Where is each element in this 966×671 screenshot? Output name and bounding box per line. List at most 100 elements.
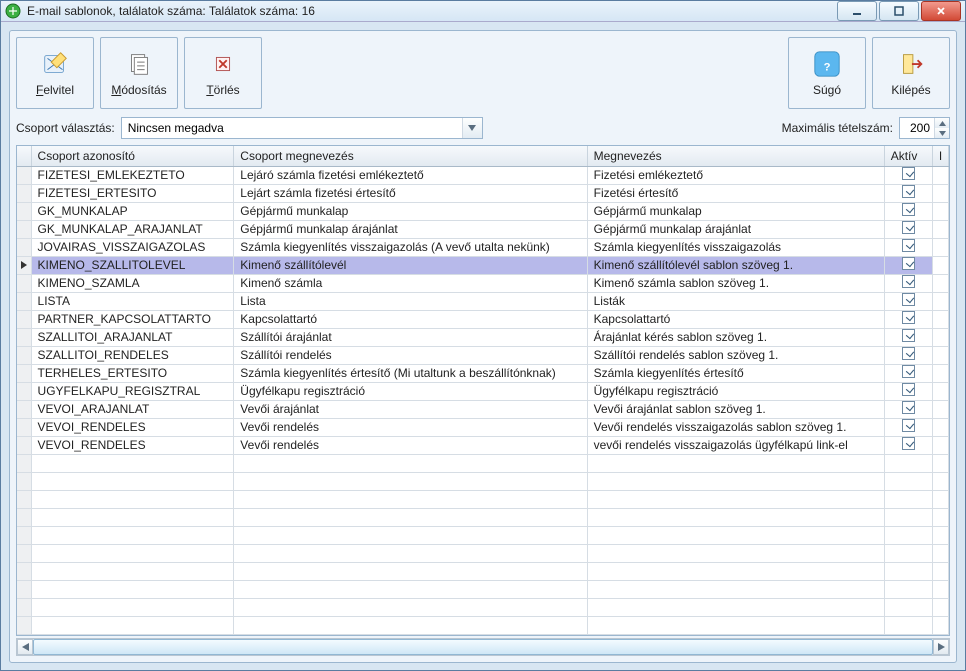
cell-indicator bbox=[932, 382, 948, 400]
checkbox-icon[interactable] bbox=[902, 167, 915, 180]
cell-group-name: Számla kiegyenlítés értesítő (Mi utaltun… bbox=[234, 364, 587, 382]
cell-active[interactable] bbox=[884, 166, 932, 184]
table-row[interactable]: JOVAIRAS_VISSZAIGAZOLASSzámla kiegyenlít… bbox=[17, 238, 949, 256]
cell-active[interactable] bbox=[884, 418, 932, 436]
scroll-right-button[interactable] bbox=[933, 639, 949, 655]
row-marker-cell bbox=[17, 436, 31, 454]
checkbox-icon[interactable] bbox=[902, 437, 915, 450]
maximize-button[interactable] bbox=[879, 1, 919, 21]
max-items-up[interactable] bbox=[935, 118, 949, 128]
row-marker-cell bbox=[17, 238, 31, 256]
cell-active[interactable] bbox=[884, 382, 932, 400]
col-name-header[interactable]: Megnevezés bbox=[587, 146, 884, 166]
cell-group-id: JOVAIRAS_VISSZAIGAZOLAS bbox=[31, 238, 234, 256]
data-grid[interactable]: Csoport azonosító Csoport megnevezés Meg… bbox=[16, 145, 950, 636]
cell-active[interactable] bbox=[884, 364, 932, 382]
help-label: Súgó bbox=[813, 83, 841, 97]
row-marker-cell bbox=[17, 256, 31, 274]
cell-active[interactable] bbox=[884, 202, 932, 220]
cell-group-id: GK_MUNKALAP_ARAJANLAT bbox=[31, 220, 234, 238]
checkbox-icon[interactable] bbox=[902, 239, 915, 252]
table-row[interactable]: VEVOI_ARAJANLATVevői árajánlatVevői áraj… bbox=[17, 400, 949, 418]
cell-group-name: Számla kiegyenlítés visszaigazolás (A ve… bbox=[234, 238, 587, 256]
col-active-header[interactable]: Aktív bbox=[884, 146, 932, 166]
checkbox-icon[interactable] bbox=[902, 365, 915, 378]
scroll-left-button[interactable] bbox=[17, 639, 33, 655]
checkbox-icon[interactable] bbox=[902, 383, 915, 396]
checkbox-icon[interactable] bbox=[902, 293, 915, 306]
cell-name: Gépjármű munkalap árajánlat bbox=[587, 220, 884, 238]
help-button[interactable]: ? Súgó bbox=[788, 37, 866, 109]
window-title: E-mail sablonok, találatok száma: Talála… bbox=[27, 4, 835, 18]
exit-button[interactable]: Kilépés bbox=[872, 37, 950, 109]
cell-active[interactable] bbox=[884, 346, 932, 364]
checkbox-icon[interactable] bbox=[902, 311, 915, 324]
cell-group-id: PARTNER_KAPCSOLATTARTO bbox=[31, 310, 234, 328]
scroll-thumb[interactable] bbox=[33, 639, 933, 655]
checkbox-icon[interactable] bbox=[902, 203, 915, 216]
cell-name: Számla kiegyenlítés értesítő bbox=[587, 364, 884, 382]
cell-active[interactable] bbox=[884, 184, 932, 202]
table-row[interactable]: GK_MUNKALAP_ARAJANLAT Gépjármű munkalap á… bbox=[17, 220, 949, 238]
table-row[interactable]: VEVOI_RENDELESVevői rendelésVevői rendel… bbox=[17, 418, 949, 436]
cell-active[interactable] bbox=[884, 436, 932, 454]
checkbox-icon[interactable] bbox=[902, 347, 915, 360]
cell-indicator bbox=[932, 346, 948, 364]
table-row[interactable]: PARTNER_KAPCSOLATTARTOKapcsolattartóKapc… bbox=[17, 310, 949, 328]
group-select-dropdown-button[interactable] bbox=[462, 118, 482, 138]
cell-group-id: KIMENO_SZAMLA bbox=[31, 274, 234, 292]
table-row[interactable]: FIZETESI_ERTESITOLejárt számla fizetési … bbox=[17, 184, 949, 202]
table-row[interactable]: KIMENO_SZAMLAKimenő számlaKimenő számla … bbox=[17, 274, 949, 292]
cell-active[interactable] bbox=[884, 274, 932, 292]
checkbox-icon[interactable] bbox=[902, 185, 915, 198]
minimize-button[interactable] bbox=[837, 1, 877, 21]
horizontal-scrollbar[interactable] bbox=[16, 638, 950, 656]
checkbox-icon[interactable] bbox=[902, 419, 915, 432]
scroll-track[interactable] bbox=[33, 639, 933, 655]
checkbox-icon[interactable] bbox=[902, 275, 915, 288]
table-row[interactable]: UGYFELKAPU_REGISZTRALÜgyfélkapu regisztr… bbox=[17, 382, 949, 400]
group-select-label: Csoport választás: bbox=[16, 121, 115, 135]
table-row[interactable]: SZALLITOI_RENDELESSzállítói rendelésSzál… bbox=[17, 346, 949, 364]
group-select[interactable] bbox=[121, 117, 483, 139]
max-items-down[interactable] bbox=[935, 128, 949, 138]
exit-icon bbox=[896, 49, 926, 79]
col-marker-header[interactable] bbox=[17, 146, 31, 166]
checkbox-icon[interactable] bbox=[902, 257, 915, 270]
max-items-spinner[interactable] bbox=[899, 117, 950, 139]
row-marker-cell bbox=[17, 418, 31, 436]
table-row[interactable]: VEVOI_RENDELESVevői rendelésvevői rendel… bbox=[17, 436, 949, 454]
cell-name: Árajánlat kérés sablon szöveg 1. bbox=[587, 328, 884, 346]
max-items-input[interactable] bbox=[900, 118, 934, 138]
table-row-empty bbox=[17, 562, 949, 580]
table-row[interactable]: SZALLITOI_ARAJANLATSzállítói árajánlatÁr… bbox=[17, 328, 949, 346]
cell-group-id: VEVOI_RENDELES bbox=[31, 418, 234, 436]
col-group-id-header[interactable]: Csoport azonosító bbox=[31, 146, 234, 166]
cell-active[interactable] bbox=[884, 328, 932, 346]
table-row[interactable]: LISTAListaListák bbox=[17, 292, 949, 310]
cell-active[interactable] bbox=[884, 292, 932, 310]
edit-button[interactable]: MMódosításódosítás bbox=[100, 37, 178, 109]
table-row[interactable]: GK_MUNKALAPGépjármű munkalapGépjármű mun… bbox=[17, 202, 949, 220]
delete-button[interactable]: TTörlésörlés bbox=[184, 37, 262, 109]
cell-group-id: LISTA bbox=[31, 292, 234, 310]
checkbox-icon[interactable] bbox=[902, 329, 915, 342]
cell-active[interactable] bbox=[884, 256, 932, 274]
cell-active[interactable] bbox=[884, 238, 932, 256]
checkbox-icon[interactable] bbox=[902, 401, 915, 414]
cell-active[interactable] bbox=[884, 400, 932, 418]
cell-active[interactable] bbox=[884, 220, 932, 238]
close-button[interactable] bbox=[921, 1, 961, 21]
group-select-input[interactable] bbox=[122, 118, 462, 138]
table-row[interactable]: TERHELES_ERTESITOSzámla kiegyenlítés ért… bbox=[17, 364, 949, 382]
cell-indicator bbox=[932, 184, 948, 202]
cell-active[interactable] bbox=[884, 310, 932, 328]
cell-group-name: Kimenő szállítólevél bbox=[234, 256, 587, 274]
table-row[interactable]: KIMENO_SZALLITOLEVELKimenő szállítólevél… bbox=[17, 256, 949, 274]
col-group-name-header[interactable]: Csoport megnevezés bbox=[234, 146, 587, 166]
new-button[interactable]: FFelvitelelvitel bbox=[16, 37, 94, 109]
table-row[interactable]: FIZETESI_EMLEKEZTETOLejáró számla fizeté… bbox=[17, 166, 949, 184]
col-indicator-header[interactable]: I bbox=[932, 146, 948, 166]
grid-header-row: Csoport azonosító Csoport megnevezés Meg… bbox=[17, 146, 949, 166]
checkbox-icon[interactable] bbox=[902, 221, 915, 234]
